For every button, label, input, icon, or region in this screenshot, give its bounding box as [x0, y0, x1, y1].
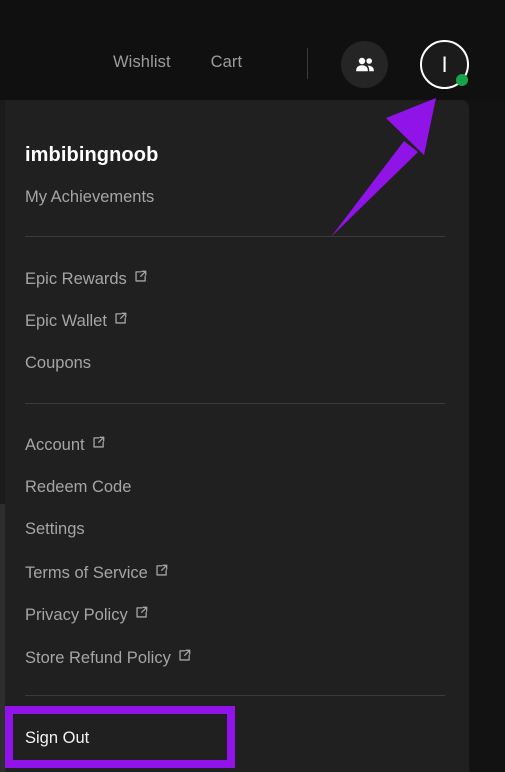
menu-item-my-achievements[interactable]: My Achievements	[25, 187, 154, 207]
site-header: Wishlist Cart I	[0, 0, 505, 100]
menu-item-label: Terms of Service	[25, 564, 148, 582]
external-link-icon	[155, 562, 168, 582]
external-link-icon	[114, 310, 127, 330]
header-nav-links: Wishlist Cart	[113, 52, 242, 72]
menu-item-store-refund-policy[interactable]: Store Refund Policy	[25, 647, 191, 669]
nav-link-cart[interactable]: Cart	[211, 52, 243, 72]
screen: Wishlist Cart I imbibingnoob My Achievem…	[0, 0, 505, 772]
menu-item-sign-out[interactable]: Sign Out	[25, 728, 89, 748]
menu-item-label: Sign Out	[25, 729, 90, 747]
menu-separator	[25, 403, 445, 404]
menu-item-label: Settings	[25, 520, 85, 538]
menu-item-redeem-code[interactable]: Redeem Code	[25, 477, 131, 497]
menu-item-label: Epic Rewards	[25, 270, 127, 288]
menu-item-privacy-policy[interactable]: Privacy Policy	[25, 604, 148, 626]
menu-separator	[25, 695, 445, 696]
external-link-icon	[178, 647, 191, 667]
friends-button[interactable]	[341, 41, 388, 88]
dropdown-scrollbar-track[interactable]	[0, 100, 5, 772]
menu-item-label: Account	[25, 436, 85, 454]
account-username: imbibingnoob	[25, 144, 159, 166]
menu-item-label: Coupons	[25, 354, 92, 372]
menu-item-settings[interactable]: Settings	[25, 519, 85, 539]
dropdown-scrollbar-thumb[interactable]	[0, 504, 5, 772]
menu-item-coupons[interactable]: Coupons	[25, 353, 91, 373]
menu-item-label: Store Refund Policy	[25, 649, 171, 667]
menu-item-epic-rewards[interactable]: Epic Rewards	[25, 268, 147, 290]
friends-icon	[353, 53, 377, 77]
nav-link-wishlist[interactable]: Wishlist	[113, 52, 171, 72]
avatar-initial: I	[441, 51, 448, 77]
menu-item-label: Epic Wallet	[25, 312, 107, 330]
menu-item-label: Redeem Code	[25, 478, 132, 496]
menu-item-label: My Achievements	[25, 188, 155, 206]
menu-separator	[25, 236, 445, 237]
menu-item-epic-wallet[interactable]: Epic Wallet	[25, 310, 127, 332]
header-divider	[307, 48, 308, 79]
menu-item-account[interactable]: Account	[25, 434, 105, 456]
external-link-icon	[134, 268, 147, 288]
menu-item-terms-of-service[interactable]: Terms of Service	[25, 562, 168, 584]
external-link-icon	[135, 604, 148, 624]
external-link-icon	[92, 434, 105, 454]
account-avatar-button[interactable]: I	[420, 40, 469, 89]
online-presence-dot	[456, 74, 468, 86]
menu-item-label: Privacy Policy	[25, 606, 128, 624]
